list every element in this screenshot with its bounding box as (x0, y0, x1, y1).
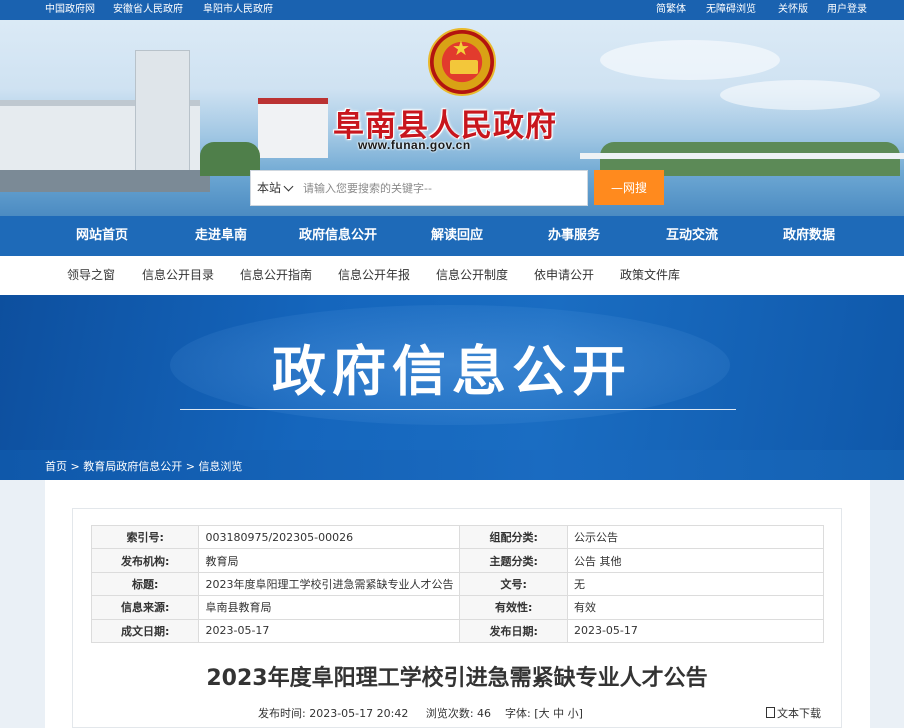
subnav-regulations[interactable]: 信息公开制度 (436, 256, 508, 295)
nav-services[interactable]: 办事服务 (548, 216, 600, 256)
top-link-anhui-gov[interactable]: 安徽省人民政府 (113, 0, 183, 20)
top-link-user-login[interactable]: 用户登录 (827, 0, 867, 20)
subnav-policy-library[interactable]: 政策文件库 (620, 256, 680, 295)
meta-key: 文号: (459, 571, 568, 597)
search-box: 本站 (250, 170, 588, 206)
nav-about-funan[interactable]: 走进阜南 (195, 216, 247, 256)
subnav-on-request[interactable]: 依申请公开 (534, 256, 594, 295)
breadcrumb-edu-info[interactable]: 教育局政府信息公开 (83, 460, 182, 473)
meta-key: 有效性: (459, 595, 568, 620)
nav-interpretation[interactable]: 解读回应 (431, 216, 483, 256)
subnav-leaders[interactable]: 领导之窗 (67, 256, 115, 295)
meta-value: 2023-05-17 (198, 618, 461, 643)
banner-cloud (600, 40, 780, 80)
banner-cloud (720, 80, 880, 110)
subnav-guide[interactable]: 信息公开指南 (240, 256, 312, 295)
meta-key: 组配分类: (459, 524, 568, 550)
main-nav: 网站首页 走进阜南 政府信息公开 解读回应 办事服务 互动交流 政府数据 (0, 216, 904, 256)
font-size-label: 字体: (505, 707, 531, 720)
meta-key: 标题: (90, 571, 200, 597)
meta-key: 主题分类: (459, 548, 568, 573)
search-input[interactable] (303, 175, 583, 201)
national-emblem-icon: ★ (428, 28, 496, 96)
table-row: 发布机构: 教育局 主题分类: 公告 其他 (90, 548, 825, 573)
breadcrumb: 首页 > 教育局政府信息公开 > 信息浏览 (45, 458, 242, 474)
meta-value: 教育局 (198, 548, 461, 573)
banner-tower (135, 50, 190, 175)
views-label: 浏览次数: (425, 707, 474, 720)
meta-key: 发布日期: (459, 618, 568, 643)
metadata-table: 索引号: 003180975/202305-00026 组配分类: 公示公告 发… (90, 524, 825, 643)
table-row: 信息来源: 阜南县教育局 有效性: 有效 (90, 595, 825, 620)
section-hero: 政府信息公开 (0, 295, 904, 450)
breadcrumb-separator: > (182, 460, 199, 473)
subnav-annual-report[interactable]: 信息公开年报 (338, 256, 410, 295)
top-link-accessibility[interactable]: 无障碍浏览 (706, 0, 756, 20)
meta-value: 无 (566, 571, 825, 597)
search-button[interactable]: —网搜 (594, 170, 664, 205)
meta-value: 2023年度阜阳理工学校引进急需紧缺专业人才公告 (198, 571, 461, 597)
views-count: 46 (477, 707, 492, 720)
sub-nav: 领导之窗 信息公开目录 信息公开指南 信息公开年报 信息公开制度 依申请公开 政… (0, 256, 904, 295)
section-title-underline (180, 409, 736, 410)
top-link-gov-china[interactable]: 中国政府网 (45, 0, 95, 20)
top-link-care-mode[interactable]: 关怀版 (778, 0, 808, 20)
meta-value: 003180975/202305-00026 (198, 524, 461, 550)
document-download-icon[interactable] (766, 707, 775, 718)
search-scope-select[interactable]: 本站 (257, 171, 281, 205)
section-title: 政府信息公开 (272, 340, 632, 403)
nav-interaction[interactable]: 互动交流 (666, 216, 718, 256)
font-size-small[interactable]: 小 (568, 707, 579, 720)
breadcrumb-home[interactable]: 首页 (45, 460, 67, 473)
meta-value: 公告 其他 (566, 548, 825, 573)
breadcrumb-separator: > (67, 460, 84, 473)
article-title: 2023年度阜阳理工学校引进急需紧缺专业人才公告 (206, 666, 708, 691)
publish-time: 2023-05-17 20:42 (309, 707, 409, 720)
publish-time-label: 发布时间: (258, 707, 306, 720)
download-label[interactable]: 文本下载 (777, 707, 821, 720)
table-row: 成文日期: 2023-05-17 发布日期: 2023-05-17 (90, 618, 825, 643)
banner-building-center (258, 98, 328, 158)
banner-dam (0, 170, 210, 192)
meta-key: 信息来源: (90, 595, 200, 620)
meta-key: 成文日期: (90, 618, 200, 643)
subnav-catalog[interactable]: 信息公开目录 (142, 256, 214, 295)
meta-value: 阜南县教育局 (198, 595, 461, 620)
table-row: 标题: 2023年度阜阳理工学校引进急需紧缺专业人才公告 文号: 无 (90, 571, 825, 597)
chevron-down-icon[interactable] (283, 181, 294, 192)
font-size-large[interactable]: 大 (539, 707, 550, 720)
breadcrumb-current[interactable]: 信息浏览 (198, 460, 242, 473)
top-link-fuyang-gov[interactable]: 阜阳市人民政府 (203, 0, 273, 20)
top-link-simplified-traditional[interactable]: 简繁体 (656, 0, 686, 20)
article-info-line: 发布时间: 2023-05-17 20:42 浏览次数: 46 字体: [大 中… (258, 705, 583, 721)
meta-value: 公示公告 (566, 524, 825, 550)
font-bracket-close: ] (578, 707, 583, 720)
download-link[interactable]: 文本下载 (766, 705, 821, 721)
nav-gov-data[interactable]: 政府数据 (783, 216, 835, 256)
site-url: www.funan.gov.cn (358, 138, 471, 152)
nav-gov-info[interactable]: 政府信息公开 (299, 216, 377, 256)
meta-key: 发布机构: (90, 548, 200, 573)
banner-bridge (580, 153, 904, 159)
meta-value: 有效 (566, 595, 825, 620)
meta-value: 2023-05-17 (566, 618, 825, 643)
meta-key: 索引号: (90, 524, 200, 550)
font-size-medium[interactable]: 中 (553, 707, 564, 720)
table-row: 索引号: 003180975/202305-00026 组配分类: 公示公告 (90, 524, 825, 550)
nav-home[interactable]: 网站首页 (76, 216, 128, 256)
top-bar: 中国政府网 安徽省人民政府 阜阳市人民政府 简繁体 无障碍浏览 关怀版 用户登录 (0, 0, 904, 20)
header-banner: ★ 阜南县人民政府 www.funan.gov.cn 本站 —网搜 (0, 20, 904, 216)
